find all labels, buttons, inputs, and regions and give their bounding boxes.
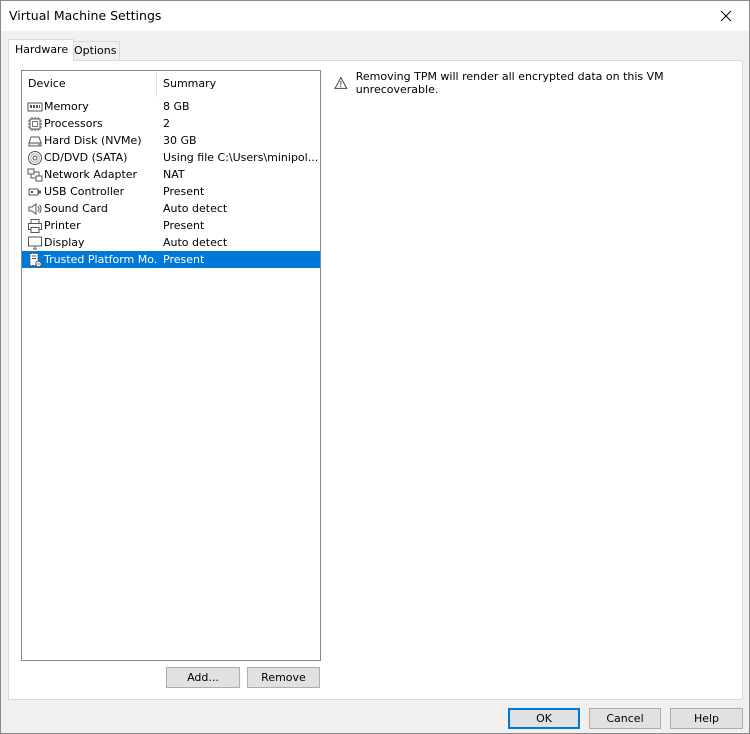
device-row[interactable]: CD/DVD (SATA) Using file C:\Users\minipol… (22, 149, 320, 166)
device-cell: CD/DVD (SATA) (22, 150, 157, 166)
column-header-summary[interactable]: Summary (157, 71, 320, 97)
device-row[interactable]: Trusted Platform Mo... Present (22, 251, 320, 268)
virtual-machine-settings-window: Virtual Machine Settings Hardware Option… (0, 0, 750, 734)
list-header: Device Summary (22, 71, 320, 97)
device-summary: Using file C:\Users\minipol... (163, 151, 319, 164)
tab-options[interactable]: Options (70, 41, 121, 60)
device-summary: Present (163, 253, 205, 266)
tpm-warning: Removing TPM will render all encrypted d… (334, 70, 742, 96)
device-row[interactable]: Network Adapter NAT (22, 166, 320, 183)
device-summary: NAT (163, 168, 185, 181)
device-summary: 2 (163, 117, 170, 130)
window-title: Virtual Machine Settings (9, 8, 162, 23)
device-cell: Hard Disk (NVMe) (22, 133, 157, 149)
warning-icon (334, 76, 348, 89)
memory-icon (27, 99, 43, 115)
device-row[interactable]: Sound Card Auto detect (22, 200, 320, 217)
display-icon (27, 235, 43, 251)
device-name: Sound Card (44, 202, 108, 215)
cancel-button[interactable]: Cancel (589, 708, 661, 729)
close-icon (720, 10, 732, 22)
device-cell: Sound Card (22, 201, 157, 217)
device-name: Memory (44, 100, 89, 113)
add-device-button[interactable]: Add... (166, 667, 240, 688)
device-row[interactable]: Display Auto detect (22, 234, 320, 251)
device-summary: Auto detect (163, 202, 228, 215)
tab-hardware[interactable]: Hardware (8, 39, 75, 61)
device-name: Network Adapter (44, 168, 138, 181)
device-cell: Memory (22, 99, 157, 115)
column-header-device[interactable]: Device (22, 71, 157, 97)
device-summary: 8 GB (163, 100, 190, 113)
device-cell: Display (22, 235, 157, 251)
hardware-panel: Device Summary Memory 8 GB Processors 2 Hard… (8, 60, 743, 700)
device-name: Processors (44, 117, 103, 130)
close-button[interactable] (703, 1, 749, 31)
device-cell: Processors (22, 116, 157, 132)
cd-dvd-icon (27, 150, 43, 166)
network-adapter-icon (27, 167, 43, 183)
remove-device-button[interactable]: Remove (247, 667, 320, 688)
device-name: CD/DVD (SATA) (44, 151, 128, 164)
device-summary: Auto detect (163, 236, 228, 249)
title-bar: Virtual Machine Settings (1, 1, 749, 31)
device-name: Printer (44, 219, 81, 232)
warning-text: Removing TPM will render all encrypted d… (355, 70, 664, 96)
processor-icon (27, 116, 43, 132)
device-rows: Memory 8 GB Processors 2 Hard Disk (NVMe) 30 … (22, 98, 320, 268)
device-summary: 30 GB (163, 134, 197, 147)
device-row[interactable]: USB Controller Present (22, 183, 320, 200)
tpm-icon (27, 252, 43, 268)
device-row[interactable]: Printer Present (22, 217, 320, 234)
device-cell: Printer (22, 218, 157, 234)
printer-icon (27, 218, 43, 234)
device-cell: Network Adapter (22, 167, 157, 183)
device-name: Hard Disk (NVMe) (44, 134, 142, 147)
ok-button[interactable]: OK (508, 708, 580, 729)
usb-icon (27, 184, 43, 200)
device-name: Display (44, 236, 85, 249)
device-row[interactable]: Hard Disk (NVMe) 30 GB (22, 132, 320, 149)
device-row[interactable]: Memory 8 GB (22, 98, 320, 115)
device-cell: USB Controller (22, 184, 157, 200)
device-row[interactable]: Processors 2 (22, 115, 320, 132)
speaker-icon (27, 201, 43, 217)
hard-disk-icon (27, 133, 43, 149)
device-name: Trusted Platform Mo... (44, 253, 157, 266)
device-summary: Present (163, 185, 205, 198)
device-list[interactable]: Device Summary Memory 8 GB Processors 2 Hard… (21, 70, 321, 661)
device-cell: Trusted Platform Mo... (22, 252, 157, 268)
device-name: USB Controller (44, 185, 125, 198)
help-button[interactable]: Help (670, 708, 743, 729)
device-summary: Present (163, 219, 205, 232)
